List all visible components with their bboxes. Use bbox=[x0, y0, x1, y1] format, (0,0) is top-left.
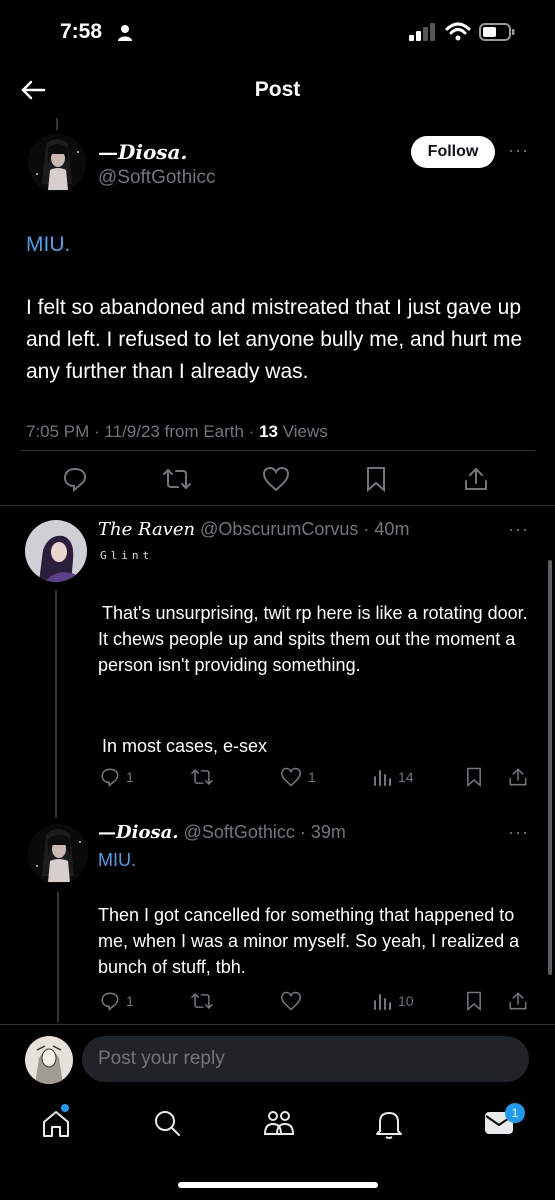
divider bbox=[0, 505, 555, 506]
more-options-icon[interactable]: ··· bbox=[508, 519, 529, 540]
avatar[interactable] bbox=[28, 824, 88, 884]
reply-icon[interactable] bbox=[62, 466, 88, 492]
reply-count[interactable]: 1 bbox=[100, 767, 134, 787]
post-meta: 7:05 PM · 11/9/23 from Earth · 13 Views bbox=[26, 422, 328, 441]
search-icon[interactable] bbox=[152, 1108, 182, 1138]
analytics-icon bbox=[374, 770, 391, 786]
reply-icon bbox=[101, 992, 119, 1011]
status-time: 7:58 bbox=[60, 20, 103, 43]
divider bbox=[0, 1024, 555, 1025]
views-label: Views bbox=[282, 422, 328, 441]
bookmark-icon[interactable] bbox=[465, 991, 483, 1011]
more-options-icon[interactable]: ··· bbox=[508, 140, 529, 161]
avatar[interactable] bbox=[25, 520, 87, 582]
home-icon[interactable] bbox=[40, 1108, 72, 1140]
battery-icon bbox=[479, 23, 515, 41]
reply-author-name[interactable]: —Diosa. bbox=[98, 822, 179, 843]
post-source: from Earth bbox=[164, 422, 244, 441]
share-icon[interactable] bbox=[508, 767, 528, 787]
reply-header: —Diosa. @SoftGothicc · 39m bbox=[98, 822, 346, 843]
reply-body: Then I got cancelled for something that … bbox=[98, 905, 520, 977]
reply-tag[interactable]: MIU. bbox=[98, 850, 136, 871]
reply-author-handle[interactable]: @ObscurumCorvus bbox=[200, 519, 358, 539]
reply-count[interactable]: 1 bbox=[100, 991, 134, 1011]
view-count[interactable]: 14 bbox=[372, 767, 414, 787]
view-count[interactable]: 10 bbox=[372, 991, 414, 1011]
messages-badge: 1 bbox=[505, 1103, 525, 1123]
reply-icon bbox=[101, 768, 119, 787]
analytics-icon bbox=[374, 994, 391, 1010]
repost-icon[interactable] bbox=[162, 466, 192, 492]
like-icon[interactable] bbox=[262, 466, 290, 492]
bookmark-icon[interactable] bbox=[365, 466, 387, 492]
avatar[interactable] bbox=[28, 134, 86, 192]
reply-actions: 1 1 14 bbox=[0, 764, 555, 792]
more-options-icon[interactable]: ··· bbox=[508, 822, 529, 843]
person-icon bbox=[117, 24, 133, 42]
views-count: 13 bbox=[259, 422, 279, 441]
share-icon[interactable] bbox=[508, 991, 528, 1011]
post-tag[interactable]: MIU. bbox=[26, 233, 70, 257]
share-icon[interactable] bbox=[463, 466, 489, 492]
thread-line-top bbox=[56, 118, 58, 130]
post-body: I felt so abandoned and mistreated that … bbox=[26, 296, 523, 383]
repost-icon[interactable] bbox=[190, 991, 214, 1011]
like-count[interactable]: 1 bbox=[280, 767, 316, 787]
new-activity-dot bbox=[61, 1104, 69, 1112]
like-icon[interactable] bbox=[280, 991, 302, 1011]
communities-icon[interactable] bbox=[262, 1108, 296, 1138]
scrollbar[interactable] bbox=[548, 560, 552, 975]
reply-header: The Raven @ObscurumCorvus · 40m bbox=[98, 519, 410, 540]
like-icon bbox=[280, 767, 302, 787]
repost-icon[interactable] bbox=[190, 767, 214, 787]
post-actions bbox=[0, 462, 555, 496]
author-handle[interactable]: @SoftGothicc bbox=[98, 167, 216, 189]
bookmark-icon[interactable] bbox=[465, 767, 483, 787]
post-date: 11/9/23 bbox=[104, 422, 160, 441]
signal-icon bbox=[409, 23, 437, 41]
reply-age: 40m bbox=[374, 519, 410, 539]
wifi-icon bbox=[445, 22, 471, 42]
my-avatar[interactable] bbox=[25, 1036, 73, 1084]
divider bbox=[20, 450, 535, 451]
follow-button[interactable]: Follow bbox=[411, 136, 495, 168]
reply-author-name[interactable]: The Raven bbox=[98, 519, 195, 540]
reply-age: 39m bbox=[310, 822, 346, 842]
notifications-icon[interactable] bbox=[374, 1108, 404, 1140]
author-name[interactable]: —Diosa. bbox=[98, 140, 187, 164]
post-time: 7:05 PM bbox=[26, 422, 90, 441]
home-indicator[interactable] bbox=[178, 1182, 378, 1188]
reply-author-handle[interactable]: @SoftGothicc bbox=[184, 822, 295, 842]
reply-body: In most cases, e-sex bbox=[102, 736, 268, 756]
reply-subtitle: Glint bbox=[100, 549, 154, 562]
reply-body: That's unsurprising, twit rp here is lik… bbox=[98, 603, 528, 675]
status-indicators bbox=[409, 22, 515, 42]
page-title: Post bbox=[254, 78, 301, 101]
reply-actions: 1 10 bbox=[0, 988, 555, 1016]
reply-input[interactable]: Post your reply bbox=[82, 1036, 529, 1082]
